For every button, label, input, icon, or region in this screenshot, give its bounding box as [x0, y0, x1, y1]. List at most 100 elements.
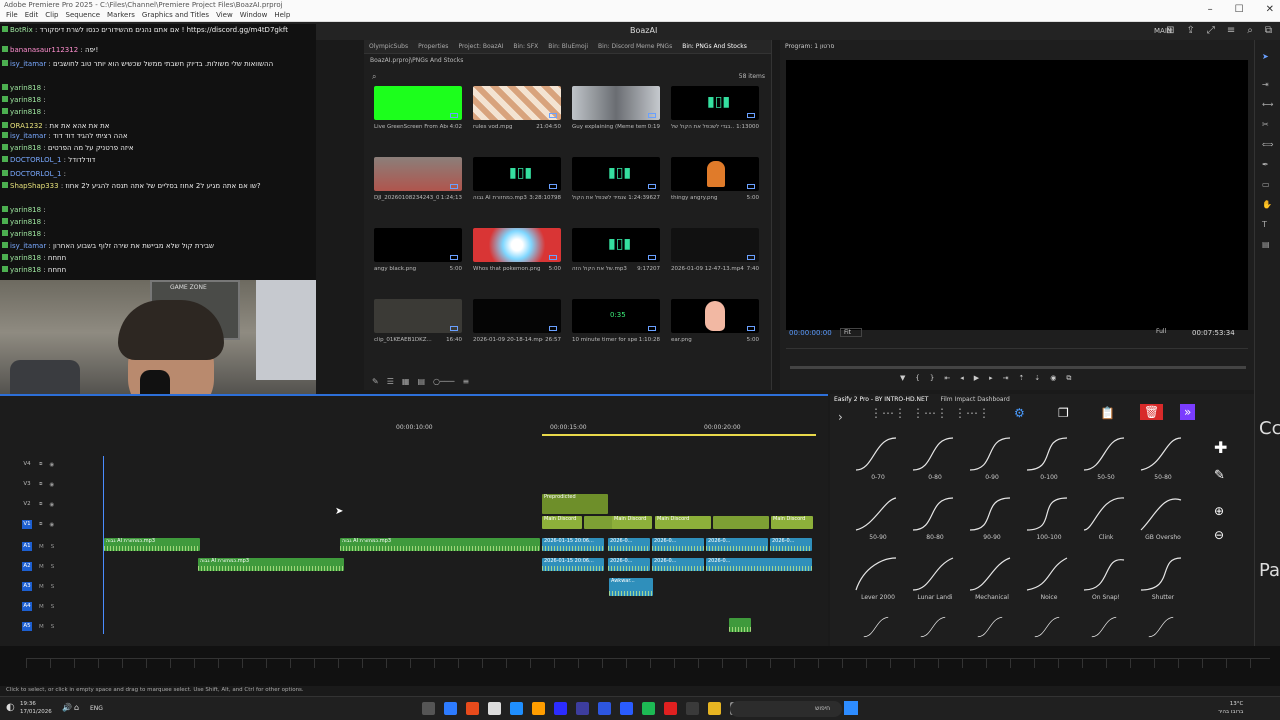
- track-header[interactable]: V1 ⧈ ◉: [22, 520, 54, 529]
- track-header[interactable]: V3 ⧈ ◉: [22, 480, 54, 489]
- easing-preset[interactable]: 50-90: [854, 496, 902, 550]
- project-tab[interactable]: Bin: Discord Meme PNGs: [593, 40, 677, 53]
- easing-preset[interactable]: 80-80: [911, 496, 959, 550]
- clip-a1-7[interactable]: 2026-0...: [770, 538, 812, 551]
- search-icon[interactable]: ⌕: [372, 72, 376, 82]
- track-header[interactable]: A3 M S: [22, 582, 54, 591]
- keyframe-graph-2-icon[interactable]: ⋮⋯⋮: [912, 406, 948, 420]
- edit-preset-icon[interactable]: ✎: [1214, 468, 1225, 483]
- sync-lock-icon[interactable]: ⧈: [39, 461, 43, 468]
- pen-tool-icon[interactable]: ✒: [1262, 160, 1269, 169]
- menu-item[interactable]: Graphics and Titles: [142, 11, 209, 19]
- list-view-icon[interactable]: ☰: [387, 377, 394, 386]
- media-item[interactable]: Whos that pokemon.png 5:00: [473, 228, 561, 284]
- firefox-icon[interactable]: [532, 702, 545, 715]
- solo-icon[interactable]: S: [51, 604, 55, 610]
- word-icon[interactable]: [510, 702, 523, 715]
- hand-tool-icon[interactable]: ✋: [1262, 200, 1272, 209]
- delete-icon[interactable]: 🗑: [1140, 404, 1164, 420]
- play-icon[interactable]: ▶: [974, 374, 979, 383]
- steam-icon[interactable]: [686, 702, 699, 715]
- chat-username[interactable]: ORA1232: [10, 122, 43, 130]
- chat-username[interactable]: yarin818: [10, 108, 41, 116]
- sync-lock-icon[interactable]: ⧈: [39, 521, 43, 528]
- easing-preset[interactable]: Clink: [1082, 496, 1130, 550]
- youtube-icon[interactable]: [664, 702, 677, 715]
- tab-easify[interactable]: Easify 2 Pro - BY INTRO-HD.NET: [834, 396, 928, 403]
- track-label[interactable]: A2: [22, 562, 32, 571]
- easing-preset[interactable]: 0-80: [911, 436, 959, 490]
- media-item[interactable]: 2026-01-09 12-47-13.mp4 7:40: [671, 228, 759, 284]
- discord-icon[interactable]: [620, 702, 633, 715]
- chat-username[interactable]: yarin818: [10, 218, 41, 226]
- extension-icon[interactable]: »: [1180, 404, 1196, 420]
- fit-dropdown[interactable]: Fit: [840, 328, 863, 337]
- chat-username[interactable]: DOCTORLOL_1: [10, 156, 61, 164]
- edge-icon[interactable]: [444, 702, 457, 715]
- media-item[interactable]: thingy angry.png 5:00: [671, 157, 759, 213]
- clip-main-discord-3[interactable]: Main Discord: [655, 516, 711, 529]
- sync-lock-icon[interactable]: ⧈: [39, 481, 43, 488]
- solo-icon[interactable]: S: [51, 564, 55, 570]
- chat-username[interactable]: BotRix: [10, 26, 33, 34]
- easing-preset[interactable]: GB Oversho: [1139, 496, 1187, 550]
- track-label[interactable]: A3: [22, 582, 32, 591]
- menu-item[interactable]: Markers: [107, 11, 135, 19]
- timeline-playhead[interactable]: [103, 456, 104, 634]
- media-item[interactable]: Guy explaining (Meme templ... 0:19: [572, 86, 660, 142]
- media-item[interactable]: ▮▯▮כשנמיד לשכפל את הקול.mp31:24:39627: [572, 157, 660, 213]
- easing-preset[interactable]: [854, 616, 902, 642]
- mute-icon[interactable]: M: [39, 584, 44, 590]
- menu-item[interactable]: Sequence: [66, 11, 101, 19]
- program-zoom-scroll[interactable]: [790, 366, 1246, 369]
- clip-v1-2[interactable]: [584, 516, 614, 529]
- restore-icon[interactable]: ⧉: [1265, 25, 1272, 36]
- clip-a5-1[interactable]: [729, 618, 751, 632]
- solo-icon[interactable]: S: [51, 584, 55, 590]
- after-effects-icon[interactable]: [554, 702, 567, 715]
- track-header[interactable]: A2 M S: [22, 562, 54, 571]
- media-item[interactable]: 0:35 10 minute timer for speed... 1:10:28: [572, 299, 660, 355]
- chat-username[interactable]: bananasaur112312: [10, 46, 78, 54]
- project-tab[interactable]: Bin: SFX: [508, 40, 543, 53]
- photoshop-icon[interactable]: [598, 702, 611, 715]
- easing-preset[interactable]: 100-100: [1025, 496, 1073, 550]
- track-header[interactable]: V4 ⧈ ◉: [22, 460, 54, 469]
- clip-a2-2[interactable]: 2026-01-15 20:06...: [542, 558, 604, 571]
- clip-main-discord-2[interactable]: Main Discord: [612, 516, 652, 529]
- zoom-out-icon[interactable]: ⊖: [1214, 528, 1224, 542]
- pen-icon[interactable]: ✎: [372, 377, 379, 386]
- language-indicator[interactable]: ENG: [90, 705, 103, 712]
- chat-username[interactable]: yarin818: [10, 230, 41, 238]
- chat-username[interactable]: ShapShap333: [10, 182, 59, 190]
- work-area-bar[interactable]: [542, 434, 816, 436]
- clip-main-discord-4[interactable]: Main Discord: [771, 516, 813, 529]
- zoom-slider[interactable]: ○───: [433, 377, 454, 386]
- folder-icon[interactable]: [708, 702, 721, 715]
- copy-icon[interactable]: ❐: [1058, 406, 1069, 420]
- spotify-icon[interactable]: [642, 702, 655, 715]
- media-item[interactable]: clip_01KEAEB1DKZ... 16:40: [374, 299, 462, 355]
- zoom-in-icon[interactable]: ⊕: [1214, 504, 1224, 518]
- track-header[interactable]: A1 M S: [22, 542, 54, 551]
- easing-preset[interactable]: [1082, 616, 1130, 642]
- mute-icon[interactable]: M: [39, 624, 44, 630]
- file-explorer-icon[interactable]: [422, 702, 435, 715]
- easing-preset[interactable]: [911, 616, 959, 642]
- media-item[interactable]: DJI_20260108234243_00... 1:24;13: [374, 157, 462, 213]
- in-point-icon[interactable]: {: [915, 374, 919, 383]
- export-frame-icon[interactable]: ◉: [1050, 374, 1056, 383]
- clip-a3-1[interactable]: Awkwar...: [609, 578, 653, 596]
- track-label[interactable]: A4: [22, 602, 32, 611]
- program-screen[interactable]: [786, 60, 1248, 330]
- brave-icon[interactable]: [466, 702, 479, 715]
- easing-preset[interactable]: 50-50: [1082, 436, 1130, 490]
- mini-ruler[interactable]: [26, 658, 1270, 668]
- rectangle-tool-icon[interactable]: ▭: [1262, 180, 1270, 189]
- easing-preset[interactable]: [1139, 616, 1187, 642]
- easing-preset[interactable]: 50-80: [1139, 436, 1187, 490]
- project-tab[interactable]: Bin: BluEmoji: [543, 40, 593, 53]
- clip-a1-5[interactable]: 2026-0...: [652, 538, 704, 551]
- add-preset-icon[interactable]: ✚: [1214, 438, 1227, 457]
- extract-icon[interactable]: ⇣: [1034, 374, 1040, 383]
